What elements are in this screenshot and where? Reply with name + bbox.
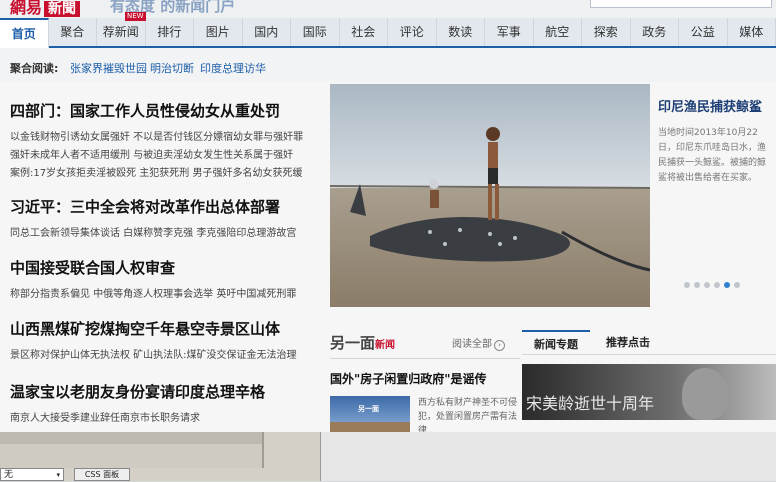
logo-badge: 新聞 [44,1,80,17]
headline-sub[interactable]: 以金钱财物引诱幼女属强奸 不以是否付钱区分嫖宿幼女罪与强奸罪 [10,128,303,143]
tab-divider [522,354,776,355]
tab-ranking[interactable]: 排行 [146,18,195,46]
headline-sub[interactable]: 景区称对保护山体无执法权 矿山执法队:煤矿没交保证金无法治理 [10,346,297,361]
aggregate-bar: 聚合阅读: 张家界摧毁世园 明治切断 印度总理访华 [0,48,776,82]
tab-home[interactable]: 首页 [0,18,49,48]
editor-scrollbar[interactable] [0,432,262,444]
feature-caption: 印尼渔民捕获鲸鲨 当地时间2013年10月22日，印尼东爪哇岛日水，渔民捕获一头… [650,84,776,307]
tab-media[interactable]: 媒体 [728,18,776,46]
aggregate-label: 聚合阅读: [10,60,58,76]
aggregate-link[interactable]: 明治切断 [150,60,194,76]
tab-aviation[interactable]: 航空 [534,18,583,46]
carousel-dot[interactable] [704,282,710,288]
carousel-dot[interactable] [684,282,690,288]
aggregate-link[interactable]: 印度总理访华 [200,60,266,76]
tab-government[interactable]: 政务 [631,18,680,46]
chevron-down-icon: ▾ [56,469,60,482]
headline-title[interactable]: 温家宝以老朋友身份宴请印度总理辛格 [10,381,265,402]
carousel-dot[interactable] [694,282,700,288]
carousel-dot-active[interactable] [724,282,730,288]
whale-shark-photo [330,84,650,307]
portrait-image [682,368,728,420]
topic-banner[interactable]: 宋美龄逝世十周年 [522,364,776,420]
tab-domestic[interactable]: 国内 [243,18,292,46]
search-input[interactable] [590,0,772,8]
arrow-circle-icon: › [494,340,505,351]
topic-tabs: 新闻专题 推荐点击 宋美龄逝世十周年 [522,328,776,432]
carousel-dot[interactable] [714,282,720,288]
headline-sub[interactable]: 同总工会新领导集体谈话 白媒称赞李克强 李克强陪印总理游故宫 [10,224,296,239]
tab-recommended[interactable]: 荐新闻NEW [97,18,146,46]
tab-aggregate[interactable]: 聚合 [49,18,98,46]
section-brand-mark: 新闻 [375,340,395,351]
headline-sub[interactable]: 称部分指责系偏见 中俄等角逐人权理事会选举 英吁中国减死刑罪 [10,285,296,300]
section-article-title[interactable]: 国外"房子闲置归政府"是谣传 [330,370,487,387]
headline-sub[interactable]: 案例:17岁女孩拒卖淫被殴死 主犯获死刑 男子强奸多名幼女获死缓 [10,164,302,179]
site-logo[interactable]: 網易新聞 [10,0,80,18]
editor-left-pane [0,432,264,468]
thumbnail-decoration [330,422,410,432]
read-all-link[interactable]: 阅读全部› [452,335,505,351]
headline-sub[interactable]: 强奸未成年人者不适用缓刑 与被迫卖淫幼女发生性关系属于强奸 [10,146,293,161]
main-content: 四部门：国家工作人员性侵幼女从重处罚 以金钱财物引诱幼女属强奸 不以是否付钱区分… [0,82,776,432]
tab-photos[interactable]: 图片 [194,18,243,46]
tab-news-topics[interactable]: 新闻专题 [522,330,590,352]
banner-text: 宋美龄逝世十周年 [526,390,654,414]
section-brand: 另一面新闻 [330,332,395,353]
main-nav: 首页 聚合 荐新闻NEW 排行 图片 国内 国际 社会 评论 数读 军事 航空 … [0,18,776,48]
read-all-label: 阅读全部 [452,339,492,350]
headline-sub[interactable]: 南京人大接受季建业辞任南京市长职务请求 [10,409,200,424]
headline-title[interactable]: 习近平：三中全会将对改革作出总体部署 [10,196,280,217]
site-topbar: 網易新聞 有态度 的新闻门户 [0,0,776,18]
section-brand-text: 另一面 [330,334,375,352]
logo-text: 網易 [10,0,42,17]
feature-photo[interactable] [330,84,650,307]
headline-title[interactable]: 中国接受联合国人权审查 [10,257,175,278]
tab-data[interactable]: 数读 [437,18,486,46]
thumbnail-label: 另一面 [358,404,379,414]
css-panel-button[interactable]: CSS 面板 [74,468,130,481]
aggregate-link[interactable]: 张家界摧毁世园 [70,60,147,76]
headline-list: 四部门：国家工作人员性侵幼女从重处罚 以金钱财物引诱幼女属强奸 不以是否付钱区分… [0,82,328,432]
other-side-section: 另一面新闻 阅读全部› 国外"房子闲置归政府"是谣传 另一面 西方私有财产神圣不… [330,328,520,432]
section-divider [330,358,520,359]
format-select-value: 无 [4,470,13,480]
editor-right-pane [320,432,776,481]
new-badge: NEW [125,12,146,21]
tab-comments[interactable]: 评论 [388,18,437,46]
feature-text: 当地时间2013年10月22日，印尼东爪哇岛日水，渔民捕获一头鲸鲨。被捕的鲸鲨将… [658,126,770,186]
headline-title[interactable]: 山西黑煤矿挖煤掏空千年悬空寺景区山体 [10,318,280,339]
tab-charity[interactable]: 公益 [679,18,728,46]
headline-title[interactable]: 四部门：国家工作人员性侵幼女从重处罚 [10,100,280,121]
tab-society[interactable]: 社会 [340,18,389,46]
section-thumbnail[interactable]: 另一面 [330,396,410,432]
tab-military[interactable]: 军事 [485,18,534,46]
carousel-dot[interactable] [734,282,740,288]
tab-international[interactable]: 国际 [291,18,340,46]
tab-explore[interactable]: 探索 [582,18,631,46]
carousel-dots [684,282,740,288]
tab-recommended-label: 荐新闻 [103,25,139,39]
format-select[interactable]: 无▾ [0,468,64,481]
tab-recommended-clicks[interactable]: 推荐点击 [606,334,650,350]
feature-title[interactable]: 印尼渔民捕获鲸鲨 [658,96,762,115]
